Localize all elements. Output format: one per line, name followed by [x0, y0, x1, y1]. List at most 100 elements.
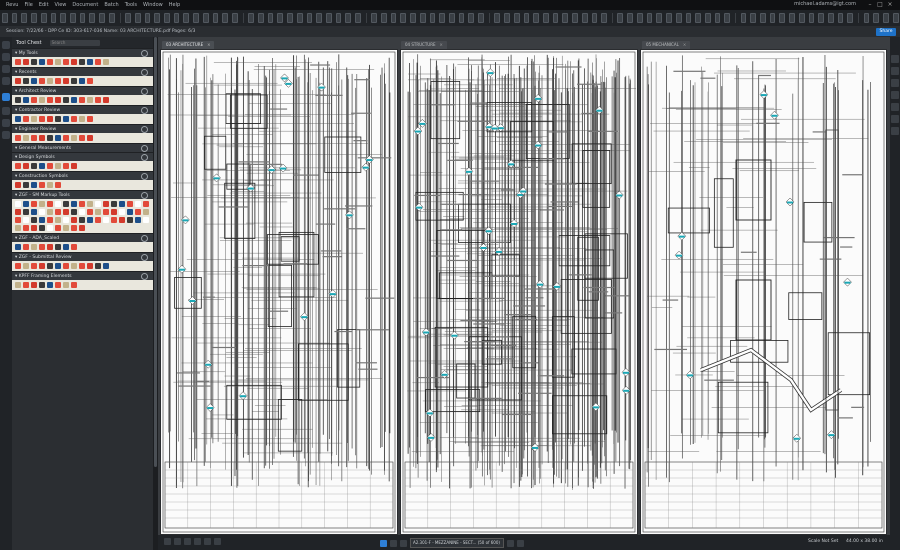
- tool-section-header[interactable]: ▾ ZGF - SM Markup Tools: [12, 190, 153, 199]
- markup-tool-icon[interactable]: [103, 97, 109, 103]
- hand-tool-icon[interactable]: [380, 539, 387, 547]
- markup-tool-icon[interactable]: [47, 209, 53, 215]
- markup-tool-icon[interactable]: [15, 59, 21, 65]
- markup-tool-icon[interactable]: [47, 282, 53, 288]
- toolbar-tool-icon[interactable]: [627, 13, 633, 23]
- menu-edit[interactable]: Edit: [39, 2, 49, 8]
- toolbar-tool-icon[interactable]: [134, 13, 141, 23]
- toolbar-tool-icon[interactable]: [789, 13, 795, 23]
- markup-tool-icon[interactable]: [79, 209, 85, 215]
- toolbar-tool-icon[interactable]: [2, 13, 8, 23]
- markup-tool-icon[interactable]: [47, 163, 53, 169]
- markup-tool-icon[interactable]: [87, 135, 93, 141]
- markup-tool-icon[interactable]: [31, 263, 37, 269]
- markup-tool-icon[interactable]: [47, 116, 53, 122]
- markup-tool-icon[interactable]: [87, 201, 93, 207]
- toolbar-tool-icon[interactable]: [60, 13, 67, 23]
- toolbar-tool-icon[interactable]: [494, 13, 501, 23]
- panel-icon-4[interactable]: [891, 91, 899, 99]
- toolbar-tool-icon[interactable]: [468, 13, 475, 23]
- markup-tool-icon[interactable]: [55, 209, 61, 215]
- toolbar-tool-icon[interactable]: [50, 13, 57, 23]
- panel-icon-3[interactable]: [891, 79, 899, 87]
- measurements-icon[interactable]: [2, 131, 10, 139]
- markup-tool-icon[interactable]: [87, 116, 93, 122]
- markup-tool-icon[interactable]: [55, 225, 61, 231]
- markup-tool-icon[interactable]: [55, 163, 61, 169]
- toolbar-tool-icon[interactable]: [21, 13, 28, 23]
- markup-tool-icon[interactable]: [55, 59, 61, 65]
- drawing-pane-mechanical[interactable]: [640, 49, 887, 535]
- toolbar-tool-icon[interactable]: [704, 13, 711, 23]
- markup-tool-icon[interactable]: [63, 59, 69, 65]
- thumbnails-icon[interactable]: [2, 41, 10, 49]
- toolbar-tool-icon[interactable]: [173, 13, 180, 23]
- toolbar-tool-icon[interactable]: [695, 13, 701, 23]
- markup-tool-icon[interactable]: [55, 97, 61, 103]
- markup-tool-icon[interactable]: [111, 209, 117, 215]
- toolbar-tool-icon[interactable]: [458, 13, 465, 23]
- markup-tool-icon[interactable]: [87, 263, 93, 269]
- markup-tool-icon[interactable]: [55, 282, 61, 288]
- markup-tool-icon[interactable]: [79, 217, 85, 223]
- toolbar-tool-icon[interactable]: [202, 13, 209, 23]
- markup-tool-icon[interactable]: [23, 244, 29, 250]
- markup-tool-icon[interactable]: [71, 244, 77, 250]
- markup-tool-icon[interactable]: [79, 263, 85, 269]
- toolbar-tool-icon[interactable]: [513, 13, 520, 23]
- markup-tool-icon[interactable]: [39, 182, 45, 188]
- tool-section-header[interactable]: ▾ General Measurements: [12, 143, 153, 152]
- markup-tool-icon[interactable]: [31, 201, 37, 207]
- zoom-tool-icon[interactable]: [184, 538, 191, 545]
- markup-tool-icon[interactable]: [47, 201, 53, 207]
- properties-icon[interactable]: [2, 107, 10, 115]
- toolbar-tool-icon[interactable]: [410, 13, 416, 23]
- menu-document[interactable]: Document: [72, 2, 98, 8]
- markup-tool-icon[interactable]: [79, 135, 85, 141]
- sync-icon[interactable]: [214, 538, 221, 545]
- minimize-icon[interactable]: –: [866, 1, 874, 9]
- scale-readout[interactable]: Scale Not Set: [808, 539, 838, 544]
- prev-page-icon[interactable]: [400, 539, 407, 547]
- markup-tool-icon[interactable]: [47, 217, 53, 223]
- markup-tool-icon[interactable]: [39, 59, 45, 65]
- drawing-pane-architecture[interactable]: [160, 49, 398, 535]
- markup-tool-icon[interactable]: [15, 217, 21, 223]
- markup-tool-icon[interactable]: [79, 116, 85, 122]
- toolbar-tool-icon[interactable]: [552, 13, 559, 23]
- markup-tool-icon[interactable]: [39, 97, 45, 103]
- markup-tool-icon[interactable]: [23, 163, 29, 169]
- toolbar-tool-icon[interactable]: [478, 13, 484, 23]
- menu-file[interactable]: File: [24, 2, 32, 8]
- toolbar-tool-icon[interactable]: [248, 13, 254, 23]
- markup-tool-icon[interactable]: [47, 78, 53, 84]
- markup-tool-icon[interactable]: [23, 59, 29, 65]
- markup-tool-icon[interactable]: [119, 217, 125, 223]
- markup-tool-icon[interactable]: [87, 97, 93, 103]
- toolbar-tool-icon[interactable]: [419, 13, 426, 23]
- markup-tool-icon[interactable]: [63, 116, 69, 122]
- toolbar-tool-icon[interactable]: [277, 13, 284, 23]
- gear-icon[interactable]: [141, 154, 148, 161]
- toolbar-tool-icon[interactable]: [154, 13, 160, 23]
- markup-tool-icon[interactable]: [87, 217, 93, 223]
- toolbar-tool-icon[interactable]: [542, 13, 549, 23]
- markup-tool-icon[interactable]: [31, 244, 37, 250]
- toolbar-tool-icon[interactable]: [371, 13, 377, 23]
- toolbar-tool-icon[interactable]: [296, 13, 303, 23]
- markup-tool-icon[interactable]: [71, 97, 77, 103]
- tab-structure[interactable]: 04 STRUCTURE ×: [401, 41, 447, 49]
- markup-tool-icon[interactable]: [103, 59, 109, 65]
- toolbar-tool-icon[interactable]: [798, 13, 805, 23]
- toolbar-tool-icon[interactable]: [724, 13, 731, 23]
- markup-tool-icon[interactable]: [63, 209, 69, 215]
- markup-tool-icon[interactable]: [63, 78, 69, 84]
- toolbar-tool-icon[interactable]: [40, 13, 47, 23]
- markup-tool-icon[interactable]: [79, 97, 85, 103]
- markup-tool-icon[interactable]: [23, 116, 29, 122]
- markup-tool-icon[interactable]: [55, 263, 61, 269]
- bookmarks-icon[interactable]: [2, 53, 10, 61]
- markup-tool-icon[interactable]: [63, 263, 69, 269]
- toolbar-tool-icon[interactable]: [144, 13, 151, 23]
- markup-tool-icon[interactable]: [23, 209, 29, 215]
